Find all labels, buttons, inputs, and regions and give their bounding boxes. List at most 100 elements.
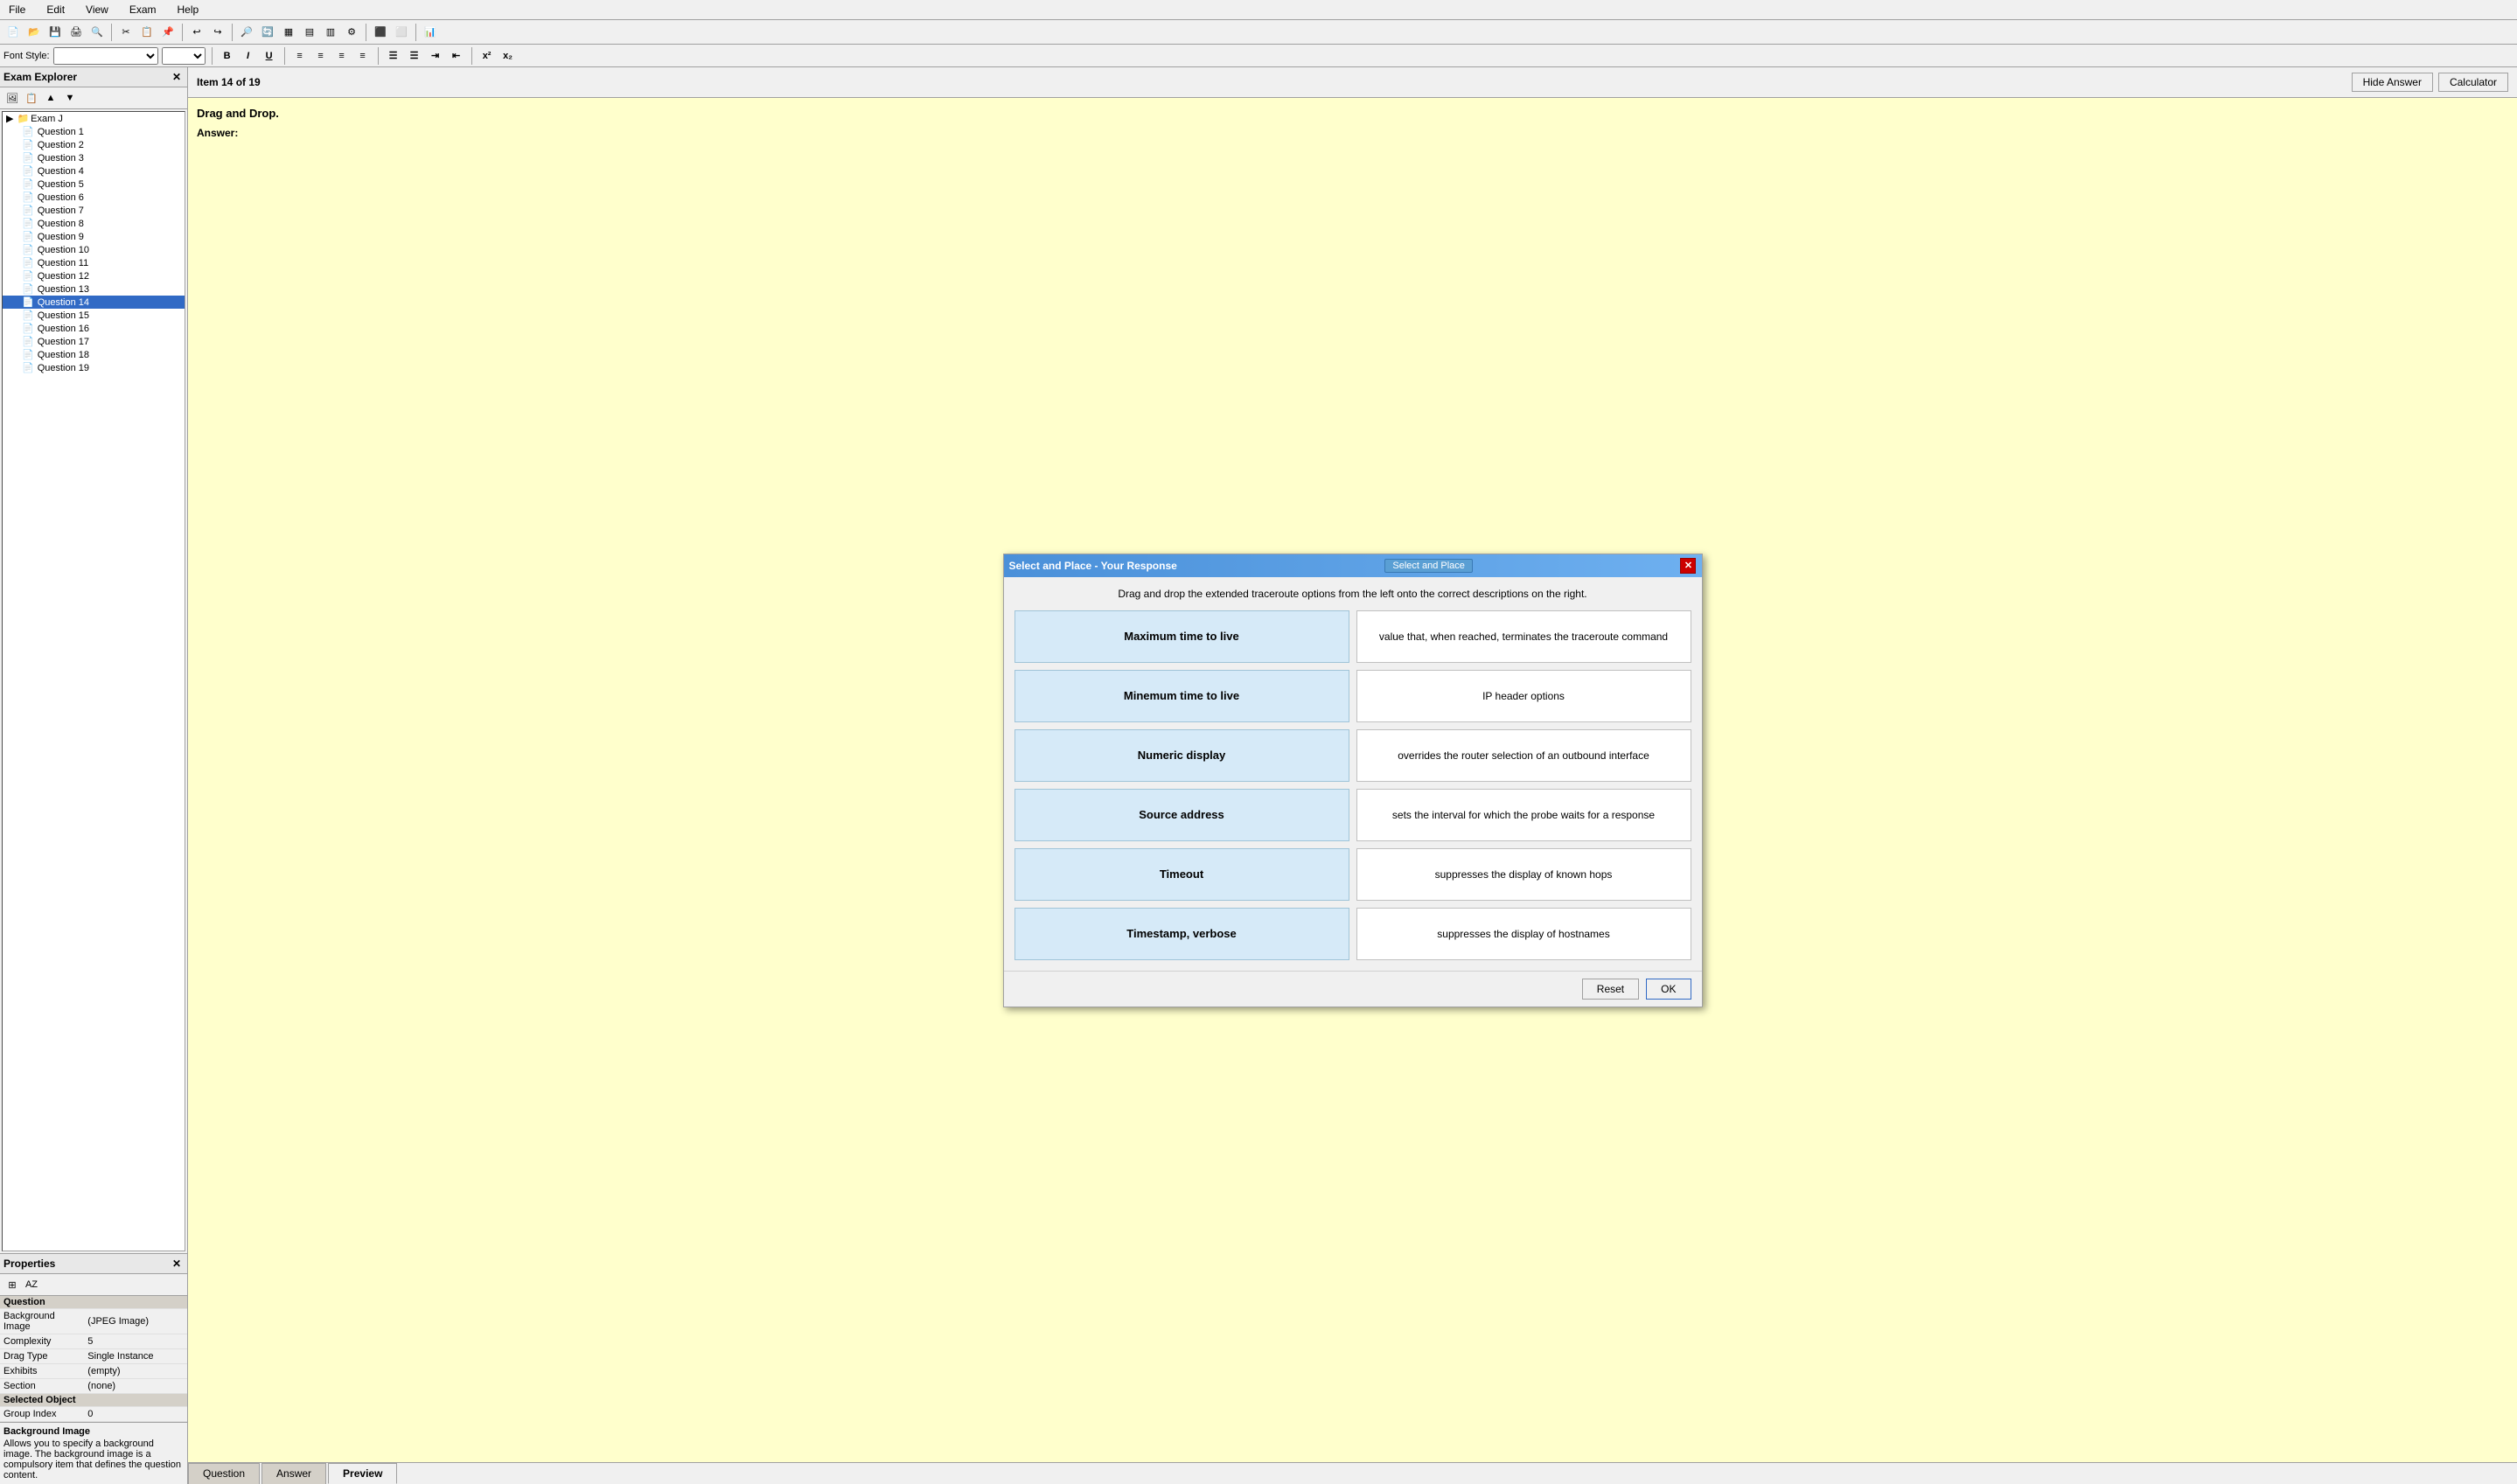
drop-item-5[interactable]: suppresses the display of known hops bbox=[1356, 848, 1691, 901]
align-right-btn[interactable]: ≡ bbox=[333, 47, 351, 65]
drop-item-3[interactable]: overrides the router selection of an out… bbox=[1356, 729, 1691, 782]
tb-btn7[interactable]: ▥ bbox=[321, 23, 340, 42]
tree-question-1[interactable]: 📄Question 1 bbox=[3, 125, 185, 138]
font-family-select[interactable] bbox=[53, 47, 158, 65]
reset-btn[interactable]: Reset bbox=[1582, 979, 1639, 1000]
align-left-btn[interactable]: ≡ bbox=[291, 47, 309, 65]
list-btn[interactable]: ☰ bbox=[385, 47, 402, 65]
tree-question-2[interactable]: 📄Question 2 bbox=[3, 138, 185, 151]
props-row: Complexity5 bbox=[0, 1334, 187, 1349]
tree-exam-j[interactable]: ▶ 📁 Exam J bbox=[3, 112, 185, 125]
align-center-btn[interactable]: ≡ bbox=[312, 47, 330, 65]
bottom-info-title: Background Image bbox=[3, 1426, 184, 1437]
drop-item-1[interactable]: value that, when reached, terminates the… bbox=[1356, 610, 1691, 663]
props-btn2[interactable]: AZ bbox=[23, 1276, 40, 1293]
tree-view: ▶ 📁 Exam J 📄Question 1📄Question 2📄Questi… bbox=[2, 111, 185, 1251]
explorer-down-btn[interactable]: ▼ bbox=[61, 89, 79, 107]
outdent-btn[interactable]: ⇤ bbox=[448, 47, 465, 65]
numlist-btn[interactable]: ☰ bbox=[406, 47, 423, 65]
menu-file[interactable]: File bbox=[3, 2, 31, 17]
font-sep2 bbox=[284, 47, 285, 65]
cut-btn[interactable]: ✂ bbox=[116, 23, 136, 42]
align-justify-btn[interactable]: ≡ bbox=[354, 47, 372, 65]
tree-question-5[interactable]: 📄Question 5 bbox=[3, 178, 185, 191]
tree-question-16[interactable]: 📄Question 16 bbox=[3, 322, 185, 335]
drag-item-max-ttl[interactable]: Maximum time to live bbox=[1014, 610, 1349, 663]
drop-item-4[interactable]: sets the interval for which the probe wa… bbox=[1356, 789, 1691, 841]
font-sep3 bbox=[378, 47, 379, 65]
print-btn[interactable]: 🖨 bbox=[66, 23, 86, 42]
drop-item-6[interactable]: suppresses the display of hostnames bbox=[1356, 908, 1691, 960]
new-btn[interactable]: 📄 bbox=[3, 23, 23, 42]
drag-item-min-ttl[interactable]: Minemum time to live bbox=[1014, 670, 1349, 722]
tb-btn8[interactable]: ⚙ bbox=[342, 23, 361, 42]
header-buttons: Hide Answer Calculator bbox=[2352, 73, 2508, 92]
menu-help[interactable]: Help bbox=[172, 2, 205, 17]
properties-panel: Properties ✕ ⊞ AZ QuestionBackground Ima… bbox=[0, 1253, 187, 1422]
ok-btn[interactable]: OK bbox=[1646, 979, 1691, 1000]
drag-item-source[interactable]: Source address bbox=[1014, 789, 1349, 841]
bold-btn[interactable]: B bbox=[219, 47, 236, 65]
tree-question-19[interactable]: 📄Question 19 bbox=[3, 361, 185, 374]
tree-question-14[interactable]: 📄Question 14 bbox=[3, 296, 185, 309]
explorer-btn1[interactable]: 🖼 bbox=[3, 89, 21, 107]
tree-question-12[interactable]: 📄Question 12 bbox=[3, 269, 185, 282]
tb-btn5[interactable]: ▦ bbox=[279, 23, 298, 42]
drop-item-2[interactable]: IP header options bbox=[1356, 670, 1691, 722]
paste-btn[interactable]: 📌 bbox=[158, 23, 178, 42]
sub-btn[interactable]: x₂ bbox=[499, 47, 517, 65]
open-btn[interactable]: 📂 bbox=[24, 23, 44, 42]
tree-question-10[interactable]: 📄Question 10 bbox=[3, 243, 185, 256]
calculator-btn[interactable]: Calculator bbox=[2438, 73, 2508, 92]
tree-question-18[interactable]: 📄Question 18 bbox=[3, 348, 185, 361]
font-size-select[interactable] bbox=[162, 47, 206, 65]
tree-question-7[interactable]: 📄Question 7 bbox=[3, 204, 185, 217]
drag-item-timestamp[interactable]: Timestamp, verbose bbox=[1014, 908, 1349, 960]
dialog-content: Drag and drop the extended traceroute op… bbox=[1004, 577, 1702, 971]
dnd-grid: Maximum time to live Minemum time to liv… bbox=[1014, 610, 1691, 960]
explorer-close-btn[interactable]: ✕ bbox=[170, 70, 184, 84]
tree-question-15[interactable]: 📄Question 15 bbox=[3, 309, 185, 322]
content-area: Item 14 of 19 Hide Answer Calculator Dra… bbox=[188, 67, 2517, 1484]
hide-answer-btn[interactable]: Hide Answer bbox=[2352, 73, 2433, 92]
tab-question[interactable]: Question bbox=[188, 1463, 260, 1484]
explorer-up-btn[interactable]: ▲ bbox=[42, 89, 59, 107]
explorer-btn2[interactable]: 📋 bbox=[23, 89, 40, 107]
menu-view[interactable]: View bbox=[80, 2, 114, 17]
find-btn[interactable]: 🔎 bbox=[237, 23, 256, 42]
tb-btn11[interactable]: 📊 bbox=[421, 23, 440, 42]
dialog-close-btn[interactable]: ✕ bbox=[1680, 558, 1696, 574]
tree-question-8[interactable]: 📄Question 8 bbox=[3, 217, 185, 230]
drag-item-numeric[interactable]: Numeric display bbox=[1014, 729, 1349, 782]
tb-btn6[interactable]: ▤ bbox=[300, 23, 319, 42]
dialog-instruction: Drag and drop the extended traceroute op… bbox=[1014, 588, 1691, 600]
undo-btn[interactable]: ↩ bbox=[187, 23, 206, 42]
tb-btn9[interactable]: ⬛ bbox=[371, 23, 390, 42]
menu-edit[interactable]: Edit bbox=[41, 2, 70, 17]
underline-btn[interactable]: U bbox=[261, 47, 278, 65]
drag-item-timeout[interactable]: Timeout bbox=[1014, 848, 1349, 901]
menu-exam[interactable]: Exam bbox=[124, 2, 162, 17]
save-btn[interactable]: 💾 bbox=[45, 23, 65, 42]
super-btn[interactable]: x² bbox=[478, 47, 496, 65]
redo-btn[interactable]: ↪ bbox=[208, 23, 227, 42]
tree-question-17[interactable]: 📄Question 17 bbox=[3, 335, 185, 348]
tab-answer[interactable]: Answer bbox=[261, 1463, 326, 1484]
tree-question-6[interactable]: 📄Question 6 bbox=[3, 191, 185, 204]
tb-btn10[interactable]: ⬜ bbox=[392, 23, 411, 42]
tree-question-9[interactable]: 📄Question 9 bbox=[3, 230, 185, 243]
tree-question-4[interactable]: 📄Question 4 bbox=[3, 164, 185, 178]
indent-btn[interactable]: ⇥ bbox=[427, 47, 444, 65]
properties-close-btn[interactable]: ✕ bbox=[170, 1257, 184, 1271]
copy-btn[interactable]: 📋 bbox=[137, 23, 157, 42]
props-btn1[interactable]: ⊞ bbox=[3, 1276, 21, 1293]
tree-question-13[interactable]: 📄Question 13 bbox=[3, 282, 185, 296]
dialog-title: Select and Place - Your Response bbox=[1009, 560, 1177, 572]
tree-question-3[interactable]: 📄Question 3 bbox=[3, 151, 185, 164]
preview-btn[interactable]: 🔍 bbox=[87, 23, 107, 42]
item-label: Item 14 of 19 bbox=[197, 76, 261, 88]
tree-question-11[interactable]: 📄Question 11 bbox=[3, 256, 185, 269]
italic-btn[interactable]: I bbox=[240, 47, 257, 65]
replace-btn[interactable]: 🔄 bbox=[258, 23, 277, 42]
tab-preview[interactable]: Preview bbox=[328, 1463, 397, 1484]
